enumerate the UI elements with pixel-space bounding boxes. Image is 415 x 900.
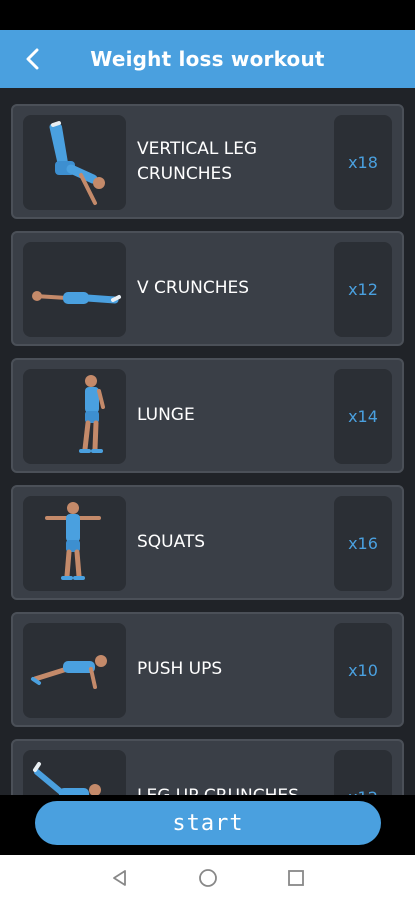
back-arrow-icon [26, 48, 39, 70]
exercise-card[interactable]: LEG UP CRUNCHES x12 [11, 739, 404, 795]
exercise-card[interactable]: VERTICAL LEG CRUNCHES x18 [11, 104, 404, 219]
reps-count: x12 [334, 242, 392, 337]
exercise-list[interactable]: VERTICAL LEG CRUNCHES x18 V CRUNCHES x12 [0, 88, 415, 795]
exercise-image [23, 115, 126, 210]
v-crunches-figure [32, 291, 121, 304]
squats-figure [45, 502, 101, 580]
nav-home-icon [199, 869, 217, 887]
start-button[interactable]: start [35, 801, 381, 845]
system-nav-bar [0, 855, 415, 900]
nav-recents-icon [288, 870, 304, 886]
reps-count: x18 [334, 115, 392, 210]
lunge-figure [79, 375, 105, 453]
nav-recents-button[interactable] [284, 867, 308, 889]
bottom-bar: start [0, 795, 415, 855]
nav-home-button[interactable] [196, 867, 220, 889]
reps-count: x10 [334, 623, 392, 718]
status-bar [0, 0, 415, 30]
push-ups-figure [31, 655, 107, 689]
exercise-card[interactable]: LUNGE x14 [11, 358, 404, 473]
exercise-card[interactable]: SQUATS x16 [11, 485, 404, 600]
exercise-name: V CRUNCHES [137, 278, 250, 298]
exercise-image [23, 750, 126, 795]
reps-count: x12 [334, 750, 392, 795]
vertical-leg-crunches-figure [49, 121, 105, 205]
exercise-card[interactable]: V CRUNCHES x12 [11, 231, 404, 346]
page-title: Weight loss workout [90, 47, 325, 71]
exercise-name: VERTICAL LEG CRUNCHES [137, 138, 258, 184]
app-bar: Weight loss workout [0, 30, 415, 88]
exercise-name: LUNGE [137, 405, 195, 425]
exercise-name: LEG UP CRUNCHES [137, 741, 332, 795]
exercise-image [23, 623, 126, 718]
exercise-name: SQUATS [137, 532, 206, 552]
back-button[interactable] [18, 44, 48, 74]
exercise-card[interactable]: PUSH UPS x10 [11, 612, 404, 727]
nav-back-icon [113, 870, 126, 886]
exercise-image [23, 242, 126, 337]
reps-count: x14 [334, 369, 392, 464]
reps-count: x16 [334, 496, 392, 591]
exercise-image [23, 369, 126, 464]
exercise-name: PUSH UPS [137, 659, 223, 679]
exercise-image [23, 496, 126, 591]
leg-up-crunches-figure [33, 762, 101, 795]
nav-back-button[interactable] [108, 867, 132, 889]
